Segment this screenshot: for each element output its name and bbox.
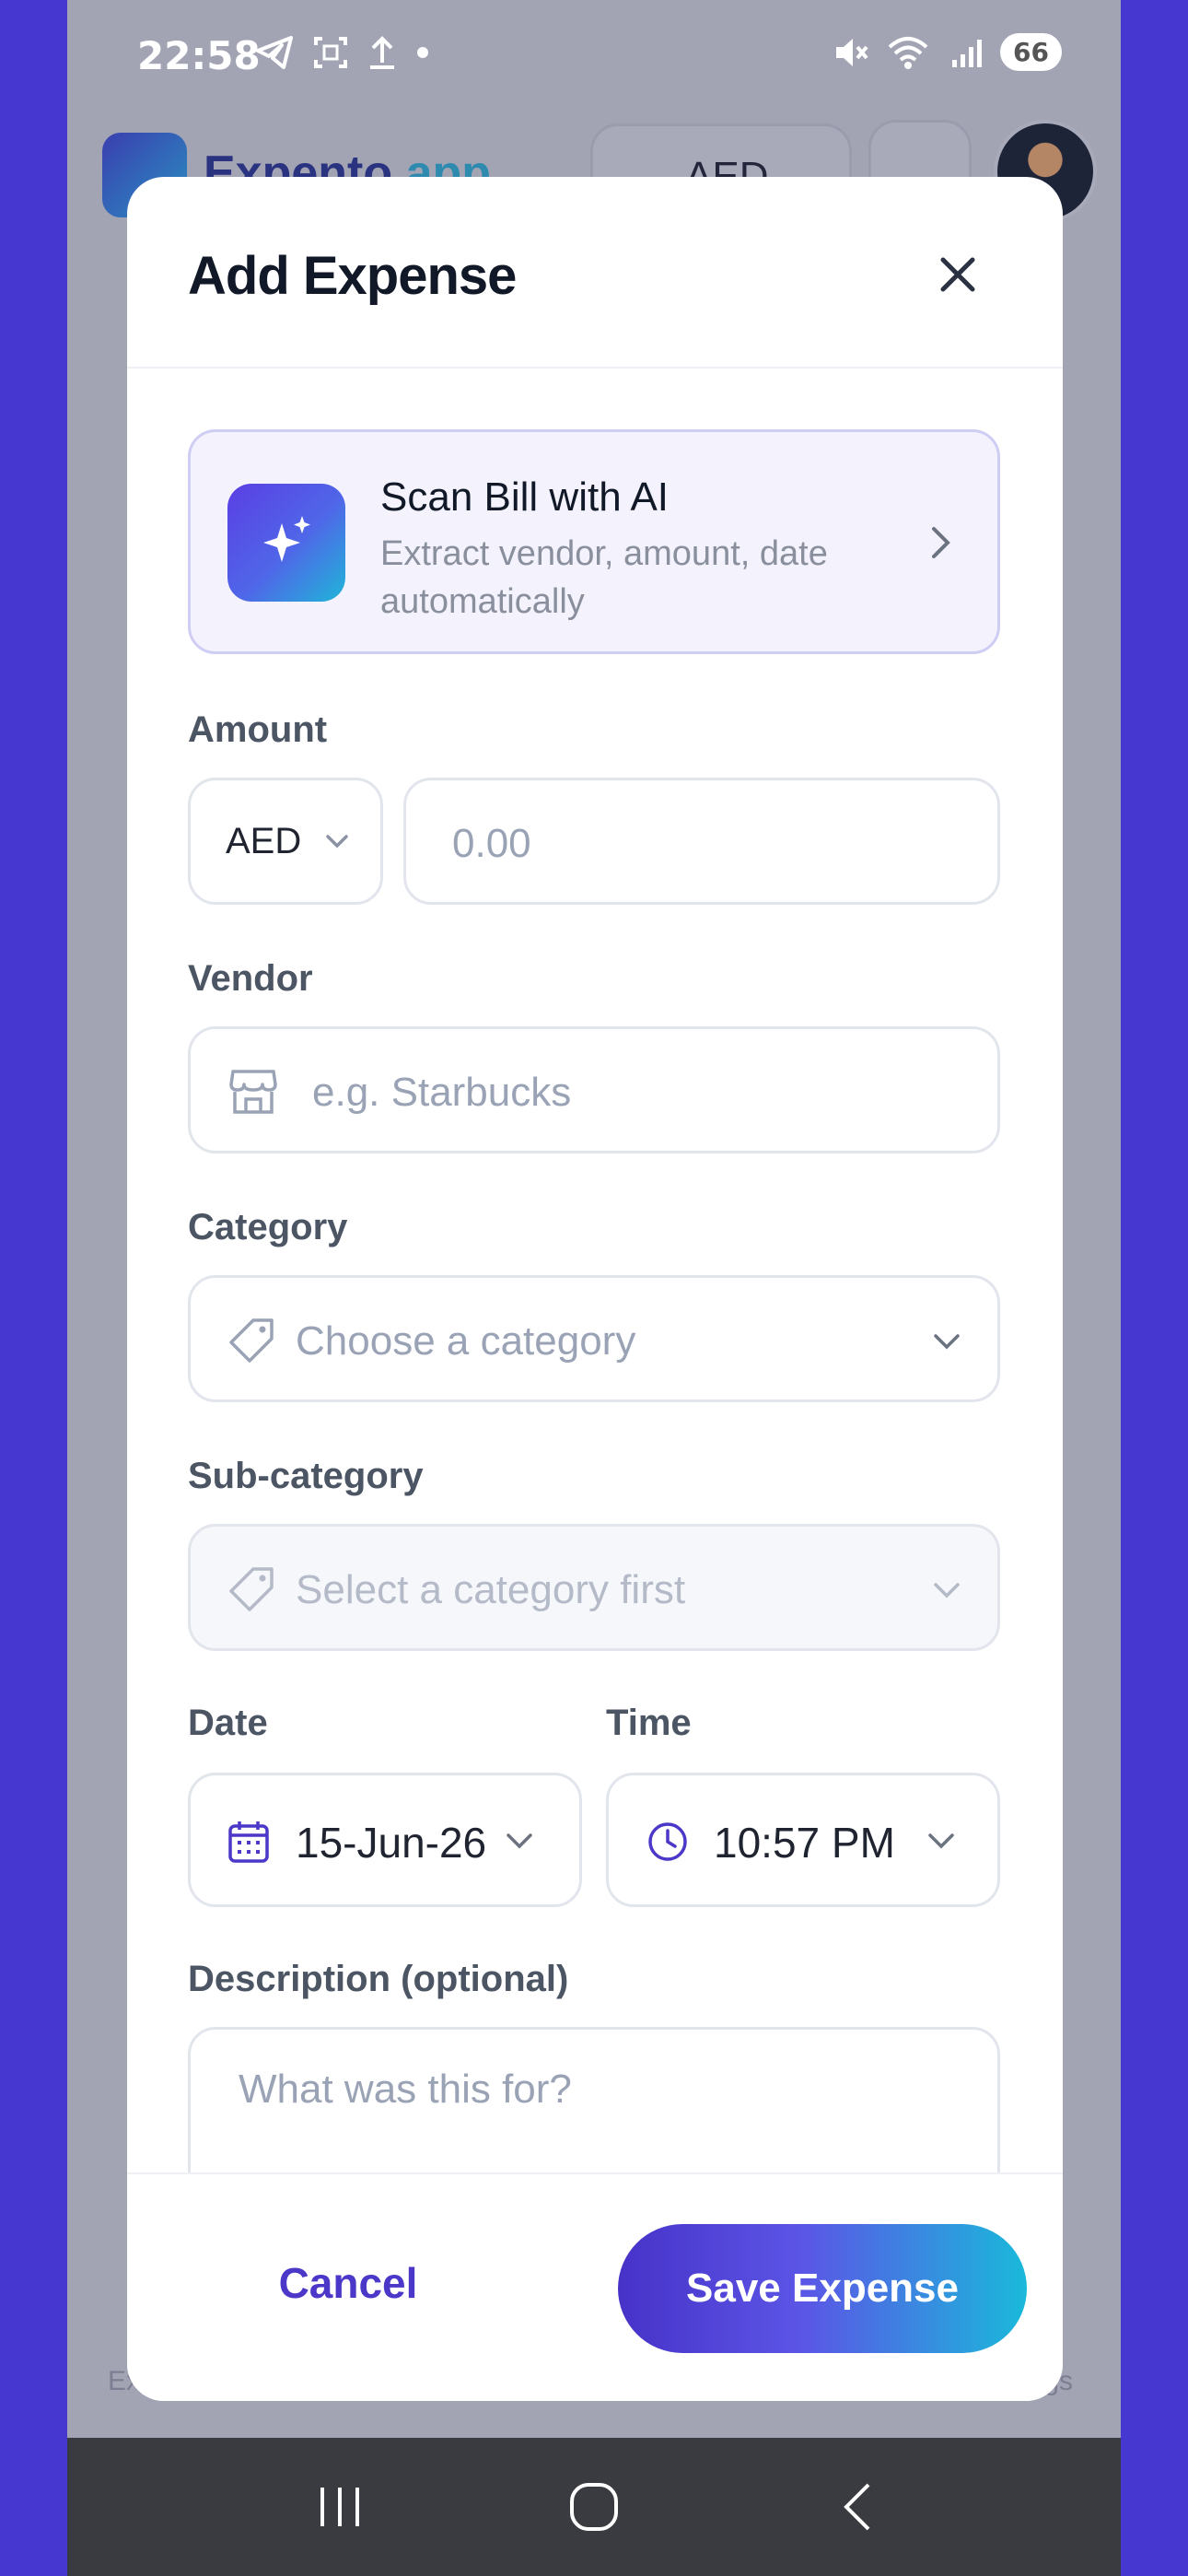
chevron-down-icon: [928, 1833, 954, 1849]
recents-icon: [320, 2488, 359, 2526]
date-label: Date: [188, 1703, 268, 1743]
home-button[interactable]: [557, 2475, 631, 2539]
amount-label: Amount: [188, 709, 328, 750]
description-placeholder: What was this for?: [239, 2067, 572, 2112]
mute-icon: [836, 38, 868, 66]
close-icon: [940, 257, 975, 292]
category-placeholder: Choose a category: [296, 1318, 636, 1364]
amount-input[interactable]: 0.00: [403, 778, 1000, 905]
chevron-down-icon: [934, 1334, 960, 1350]
category-select[interactable]: Choose a category: [188, 1275, 1000, 1402]
battery-indicator: 66: [1000, 33, 1062, 71]
tag-icon: [229, 1318, 274, 1363]
scan-bill-button[interactable]: Scan Bill with AI Extract vendor, amount…: [188, 429, 1000, 654]
clock-icon: [648, 1822, 687, 1861]
back-button[interactable]: [821, 2475, 894, 2539]
screenshot-icon: [314, 37, 347, 68]
status-bar: 22:58 66: [67, 0, 1121, 111]
chevron-down-icon: [934, 1583, 960, 1598]
status-right-icons: 66: [833, 33, 1062, 71]
scan-subtitle: Extract vendor, amount, date automatical…: [380, 534, 828, 621]
upload-icon: [370, 36, 394, 69]
telegram-icon: [256, 36, 293, 69]
chevron-down-icon: [507, 1833, 532, 1849]
status-left-icons: [256, 35, 429, 70]
time-picker[interactable]: 10:57 PM: [606, 1773, 1000, 1907]
scan-icon-tile: [227, 484, 345, 602]
back-icon: [844, 2483, 870, 2531]
home-icon: [570, 2483, 618, 2531]
subcategory-select[interactable]: Select a category first: [188, 1524, 1000, 1651]
vendor-placeholder: e.g. Starbucks: [312, 1070, 572, 1115]
scan-title: Scan Bill with AI: [380, 474, 670, 520]
close-button[interactable]: [925, 241, 991, 308]
signal-icon: [952, 39, 983, 67]
subcategory-placeholder: Select a category first: [296, 1567, 686, 1612]
chevron-right-icon: [932, 527, 950, 558]
amount-placeholder: 0.00: [452, 821, 531, 866]
system-nav-bar: [67, 2438, 1121, 2576]
vendor-label: Vendor: [188, 958, 313, 999]
vendor-input[interactable]: e.g. Starbucks: [188, 1026, 1000, 1153]
description-label: Description (optional): [188, 1959, 569, 1999]
sparkle-icon: [263, 516, 310, 562]
chevron-down-icon: [326, 835, 348, 849]
dot-icon: [417, 47, 428, 58]
header-divider: [127, 367, 1063, 369]
recents-button[interactable]: [303, 2475, 377, 2539]
subcategory-label: Sub-category: [188, 1456, 424, 1496]
currency-value: AED: [226, 821, 302, 861]
wifi-icon: [888, 36, 928, 69]
store-icon: [229, 1070, 277, 1114]
add-expense-modal: Add Expense Scan Bill with AI Extract ve…: [127, 177, 1063, 2401]
time-value: 10:57 PM: [714, 1819, 895, 1867]
calendar-icon: [228, 1821, 269, 1863]
date-picker[interactable]: 15-Jun-26: [188, 1773, 582, 1907]
category-label: Category: [188, 1207, 348, 1247]
modal-title: Add Expense: [188, 246, 517, 306]
save-expense-button[interactable]: Save Expense: [618, 2224, 1027, 2353]
tag-icon: [229, 1567, 274, 1611]
cancel-button[interactable]: Cancel: [228, 2222, 468, 2344]
date-value: 15-Jun-26: [296, 1819, 487, 1867]
status-time: 22:58: [137, 33, 261, 78]
currency-select[interactable]: AED: [188, 778, 383, 905]
footer-divider: [127, 2172, 1063, 2174]
time-label: Time: [606, 1703, 692, 1743]
